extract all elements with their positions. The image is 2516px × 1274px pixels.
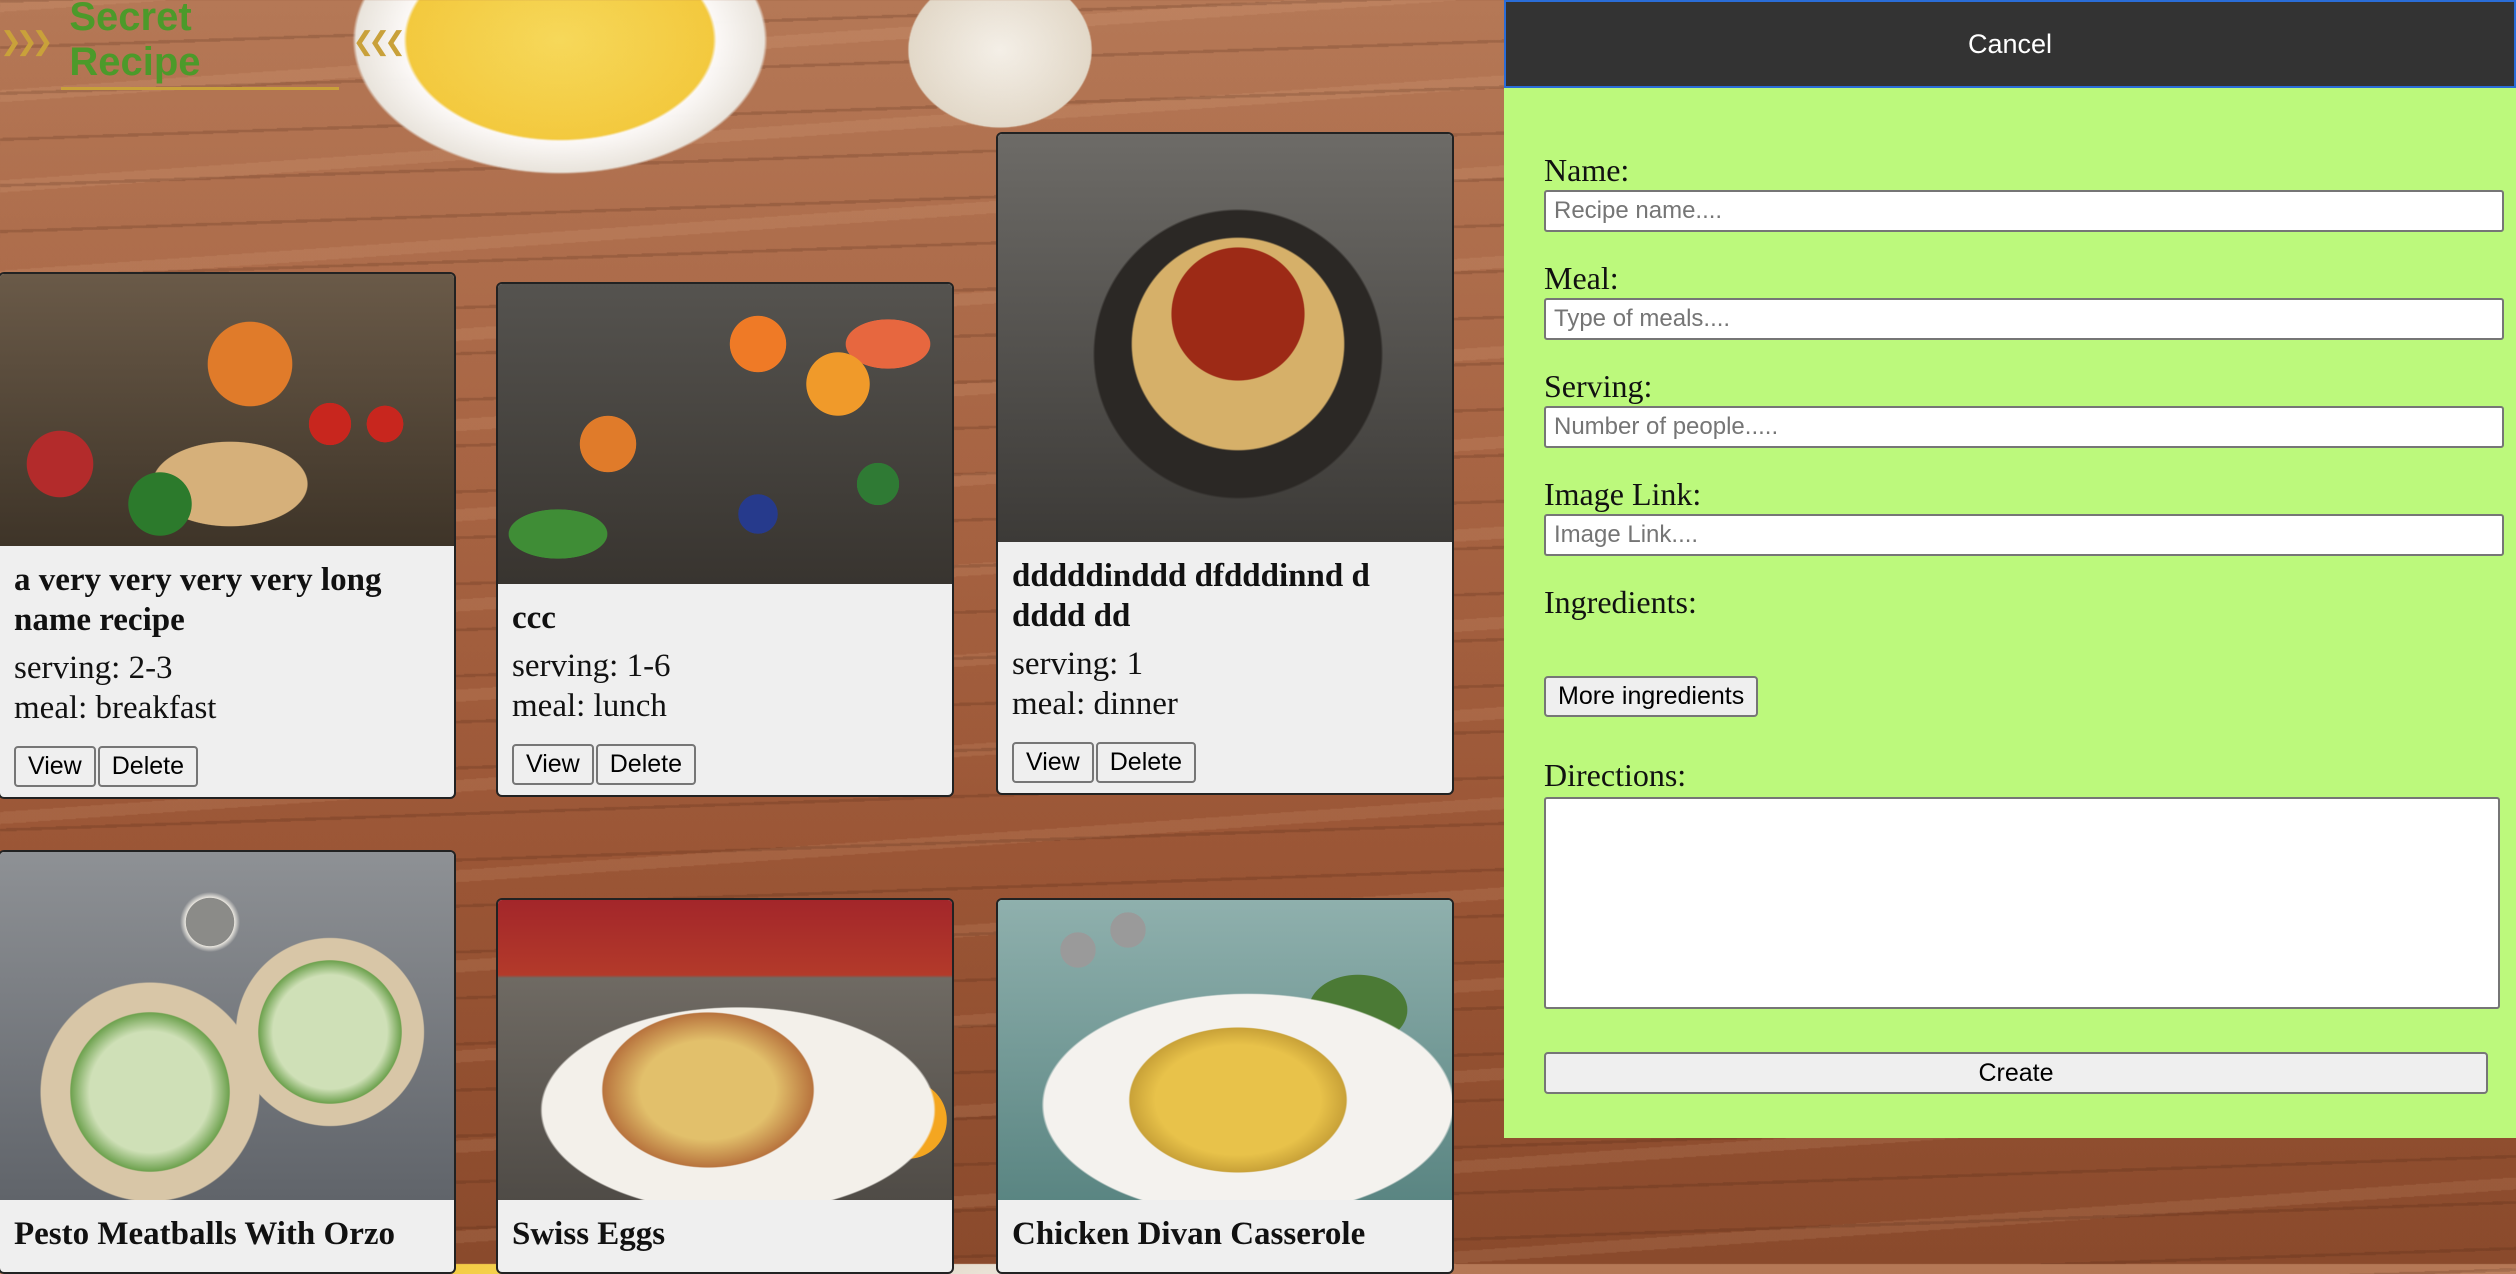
name-input[interactable] xyxy=(1544,190,2504,232)
recipe-image xyxy=(998,134,1452,542)
recipe-title: Swiss Eggs xyxy=(512,1216,666,1252)
recipe-card: a very very very very long name recipe s… xyxy=(0,272,456,799)
chevron-right-icon: ❯❯❯ xyxy=(0,27,53,57)
name-label: Name: xyxy=(1544,152,1630,188)
add-recipe-panel: Cancel Name: Meal: Serving: Image Link: … xyxy=(1504,0,2516,1138)
recipe-image xyxy=(0,274,454,546)
recipe-title: Chicken Divan Casserole xyxy=(1012,1216,1366,1252)
serving-label: Serving: xyxy=(1544,368,1653,404)
recipe-card: Pesto Meatballs With Orzo xyxy=(0,850,456,1274)
recipe-serving: serving: 1 xyxy=(1012,646,1144,682)
view-button[interactable]: View xyxy=(14,746,96,787)
recipe-title: ccc xyxy=(512,600,556,636)
recipe-serving: serving: 1-6 xyxy=(512,648,671,684)
logo-text: Secret Recipe xyxy=(61,0,339,90)
recipe-title: Pesto Meatballs With Orzo xyxy=(14,1216,395,1252)
recipe-card: ccc serving: 1-6 meal: lunch View Delete xyxy=(496,282,954,797)
recipe-meal: meal: dinner xyxy=(1012,686,1178,722)
image-link-input[interactable] xyxy=(1544,514,2504,556)
directions-label: Directions: xyxy=(1544,757,1687,793)
chevron-left-icon: ❮❮❮ xyxy=(352,27,406,57)
delete-button[interactable]: Delete xyxy=(1095,742,1197,783)
recipe-meal: meal: lunch xyxy=(512,688,667,724)
delete-button[interactable]: Delete xyxy=(97,746,199,787)
recipe-title: a very very very very long name recipe xyxy=(14,562,382,638)
recipe-image xyxy=(0,852,454,1200)
recipe-card: Swiss Eggs xyxy=(496,898,954,1274)
app-logo[interactable]: ❯❯❯ Secret Recipe ❮❮❮ xyxy=(0,0,406,90)
view-button[interactable]: View xyxy=(1012,742,1094,783)
recipe-form: Name: Meal: Serving: Image Link: Ingredi… xyxy=(1544,152,2504,1094)
recipe-meal: meal: breakfast xyxy=(14,690,217,726)
recipe-title: dddddinddd dfdddinnd d dddd dd xyxy=(1012,558,1370,634)
meal-label: Meal: xyxy=(1544,260,1619,296)
create-button[interactable]: Create xyxy=(1544,1052,2488,1094)
meal-input[interactable] xyxy=(1544,298,2504,340)
ingredients-label: Ingredients: xyxy=(1544,584,1697,620)
recipe-card: dddddinddd dfdddinnd d dddd dd serving: … xyxy=(996,132,1454,795)
serving-input[interactable] xyxy=(1544,406,2504,448)
delete-button[interactable]: Delete xyxy=(595,744,697,785)
recipe-image xyxy=(498,284,952,584)
recipe-image xyxy=(998,900,1452,1200)
recipe-image xyxy=(498,900,952,1200)
view-button[interactable]: View xyxy=(512,744,594,785)
recipe-card: Chicken Divan Casserole xyxy=(996,898,1454,1274)
directions-textarea[interactable] xyxy=(1544,797,2500,1009)
more-ingredients-button[interactable]: More ingredients xyxy=(1544,676,1759,717)
image-link-label: Image Link: xyxy=(1544,476,1702,512)
cancel-button[interactable]: Cancel xyxy=(1504,0,2516,88)
recipe-serving: serving: 2-3 xyxy=(14,650,173,686)
